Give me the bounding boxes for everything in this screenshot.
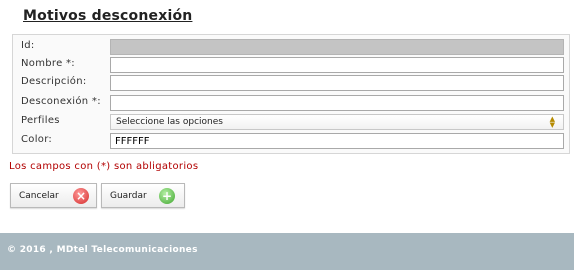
desconexion-label: Desconexión *:	[21, 96, 101, 107]
desconexion-field[interactable]	[110, 95, 564, 111]
required-fields-note: Los campos con (*) son abligatorios	[9, 161, 199, 172]
nombre-label: Nombre *:	[21, 58, 75, 69]
row-desconexion: Desconexión *:	[13, 94, 569, 112]
id-field	[110, 39, 564, 55]
descripcion-label: Descripción:	[21, 76, 87, 87]
descripcion-field[interactable]	[110, 75, 564, 91]
save-plus-icon: +	[159, 188, 175, 204]
cancel-x-icon: ×	[73, 188, 89, 204]
row-nombre: Nombre *:	[13, 56, 569, 74]
footer: © 2016 , MDtel Telecomunicaciones	[0, 233, 574, 270]
nombre-field[interactable]	[110, 57, 564, 73]
select-arrows-icon: ▲ ▼	[549, 115, 555, 129]
row-id: Id:	[13, 38, 569, 56]
id-label: Id:	[21, 40, 35, 51]
footer-copyright: © 2016 , MDtel Telecomunicaciones	[7, 245, 198, 255]
row-color: Color:	[13, 132, 569, 150]
cancel-button-label: Cancelar	[19, 191, 59, 201]
cancel-button[interactable]: Cancelar ×	[10, 183, 97, 208]
perfiles-select[interactable]: Seleccione las opciones ▲ ▼	[110, 114, 564, 130]
row-perfiles: Perfiles Seleccione las opciones ▲ ▼	[13, 113, 569, 131]
color-field[interactable]	[110, 133, 564, 149]
color-label: Color:	[21, 134, 53, 145]
form-panel: Id: Nombre *: Descripción: Desconexión *…	[12, 34, 570, 154]
page-title: Motivos desconexión	[23, 8, 193, 24]
save-button-label: Guardar	[110, 191, 147, 201]
perfiles-selected: Seleccione las opciones	[116, 117, 223, 127]
row-descripcion: Descripción:	[13, 74, 569, 92]
perfiles-label: Perfiles	[21, 115, 60, 126]
save-button[interactable]: Guardar +	[101, 183, 185, 208]
